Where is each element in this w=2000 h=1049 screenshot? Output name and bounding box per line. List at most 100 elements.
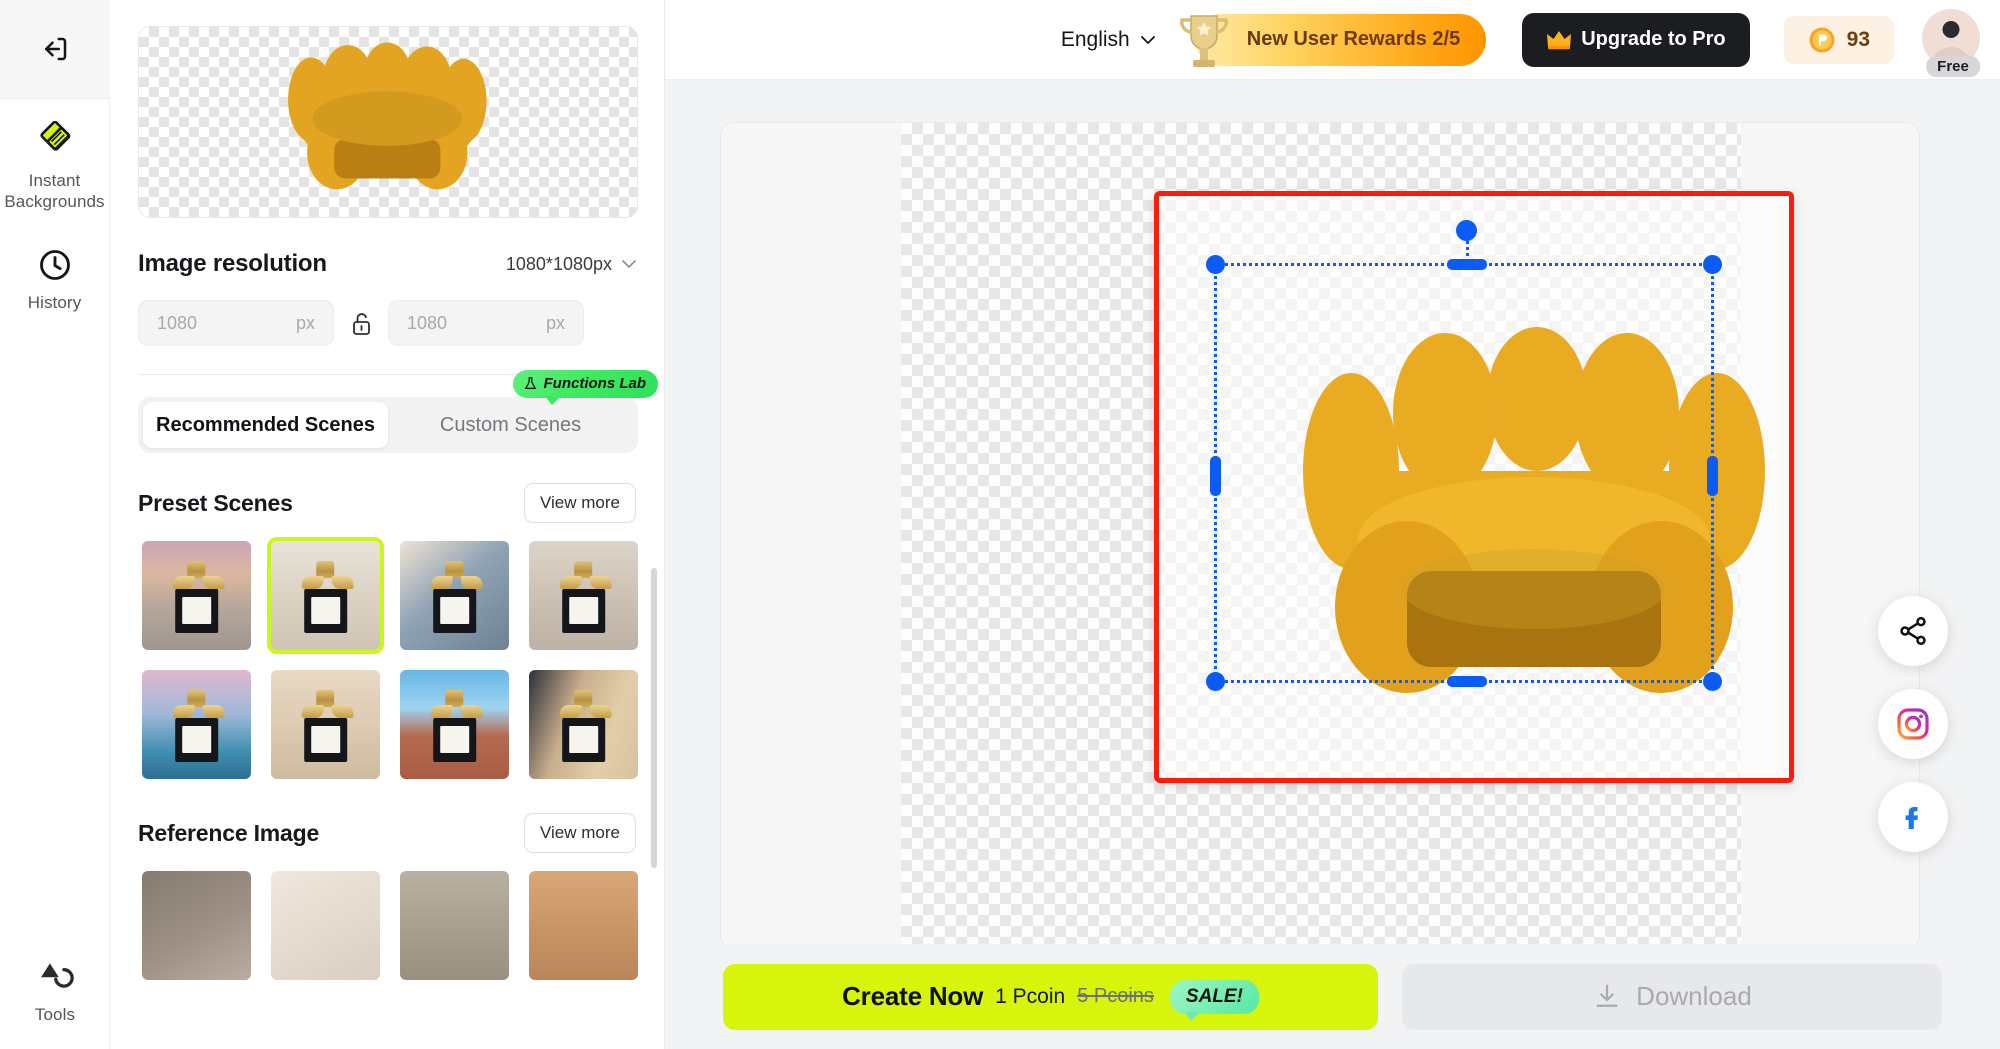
panel-scrollbar[interactable] (651, 568, 657, 868)
bottle-body (174, 588, 219, 633)
chevron-down-icon (622, 260, 636, 268)
language-label: English (1060, 27, 1130, 51)
collapse-panel-button[interactable] (0, 0, 110, 99)
bottle-body (432, 717, 477, 762)
perfume-bottle (429, 560, 483, 633)
flask-icon (524, 377, 536, 390)
facebook-button[interactable] (1878, 782, 1948, 852)
width-field[interactable]: px (138, 300, 334, 346)
preset-scene-mountain-road[interactable] (396, 666, 513, 783)
handle-right-center[interactable] (1707, 456, 1718, 496)
preset-scene-gallery-corner[interactable] (267, 537, 384, 654)
height-field[interactable]: px (388, 300, 584, 346)
handle-top-right[interactable] (1703, 255, 1722, 274)
left-icon-rail: Instant Backgrounds History Tools (0, 0, 110, 1049)
bottle-bow (171, 575, 225, 589)
selection-bounding-box[interactable] (1206, 220, 1722, 691)
sidebar-item-tools[interactable]: Tools (0, 957, 110, 1025)
functions-lab-label: Functions Lab (543, 375, 647, 392)
handle-top-left[interactable] (1206, 255, 1225, 274)
pcoin-value: 93 (1846, 27, 1870, 51)
width-input[interactable] (157, 312, 277, 334)
sidebar-item-history[interactable]: History (0, 225, 110, 325)
armchair-preview-thumbnail (288, 42, 487, 190)
thumbnail-image (529, 871, 638, 980)
reference-image-wooden-board-wall[interactable] (138, 867, 255, 984)
reference-image-sunlight-diagonal[interactable] (267, 867, 384, 984)
instagram-button[interactable] (1878, 689, 1948, 759)
scene-tabs-container: Functions Lab Recommended Scenes Custom … (138, 370, 658, 453)
tab-custom-scenes[interactable]: Custom Scenes (388, 402, 633, 448)
collapse-panel-icon (44, 37, 66, 61)
perfume-bottle (429, 689, 483, 762)
resolution-preset-dropdown[interactable]: 1080*1080px (506, 254, 636, 275)
top-bar: English New User Rewards 2/5 Upgrade to … (665, 0, 2000, 80)
sidebar-item-label: Instant Backgrounds (4, 170, 104, 213)
bottle-label (440, 725, 469, 754)
bottle-bow (429, 704, 483, 718)
bottle-label (182, 725, 211, 754)
reference-image-dried-flower[interactable] (525, 867, 642, 984)
bottle-body (561, 717, 606, 762)
preset-scene-classic-hall[interactable] (267, 666, 384, 783)
tab-recommended-scenes-label: Recommended Scenes (156, 413, 375, 436)
preset-scene-sunlit-wall[interactable] (396, 537, 513, 654)
unlock-icon (352, 312, 370, 335)
pcoin-icon (1809, 27, 1835, 52)
bottle-bow (300, 575, 354, 589)
handle-bottom-right[interactable] (1703, 672, 1722, 691)
canvas-card[interactable] (720, 122, 1920, 951)
handle-left-center[interactable] (1210, 456, 1221, 496)
user-avatar-button[interactable]: Free (1922, 8, 1984, 77)
bottle-label (311, 596, 340, 625)
pcoin-balance[interactable]: 93 (1783, 15, 1894, 64)
reference-image-view-more-button[interactable]: View more (524, 813, 636, 853)
preset-scene-concrete-pillar[interactable] (525, 537, 642, 654)
new-user-rewards-banner[interactable]: New User Rewards 2/5 (1179, 13, 1487, 67)
functions-lab-badge[interactable]: Functions Lab (512, 370, 658, 405)
preset-scenes-grid (138, 537, 638, 783)
sale-badge: SALE! (1169, 979, 1259, 1021)
dimension-inputs: px px (138, 300, 636, 346)
share-button[interactable] (1878, 596, 1948, 666)
source-image-preview[interactable] (138, 26, 638, 218)
perfume-bottle (300, 689, 354, 762)
crown-icon (1547, 30, 1572, 49)
bottle-bow (171, 704, 225, 718)
download-label: Download (1636, 981, 1752, 1011)
share-icon (1900, 616, 1926, 646)
app-root: Instant Backgrounds History Tools Image … (0, 0, 2000, 1049)
rotate-handle[interactable] (1456, 220, 1477, 241)
height-unit: px (545, 312, 565, 333)
aspect-ratio-lock-button[interactable] (349, 310, 373, 336)
reference-image-branch-blossom[interactable] (396, 867, 513, 984)
handle-bottom-center[interactable] (1447, 676, 1487, 687)
tab-recommended-scenes[interactable]: Recommended Scenes (143, 402, 388, 448)
upgrade-to-pro-button[interactable]: Upgrade to Pro (1522, 12, 1750, 67)
trophy-icon (1179, 14, 1228, 67)
scene-tabs: Recommended Scenes Custom Scenes (138, 397, 638, 453)
bottle-bow (429, 575, 483, 589)
perfume-bottle (171, 689, 225, 762)
handle-bottom-left[interactable] (1206, 672, 1225, 691)
bottle-label (440, 596, 469, 625)
download-button[interactable]: Download (1402, 963, 1942, 1030)
height-input[interactable] (407, 312, 527, 334)
preset-scene-highway-sunset[interactable] (138, 537, 255, 654)
sidebar-item-instant-backgrounds[interactable]: Instant Backgrounds (0, 99, 110, 225)
preset-scene-curtain-window[interactable] (525, 666, 642, 783)
preset-scenes-view-more-button[interactable]: View more (524, 483, 636, 523)
download-icon (1596, 984, 1618, 1007)
reference-image-title: Reference Image (138, 819, 320, 846)
clock-icon (39, 249, 70, 280)
preset-scene-lake-dusk[interactable] (138, 666, 255, 783)
rewards-label: New User Rewards 2/5 (1246, 28, 1461, 50)
create-now-button[interactable]: Create Now 1 Pcoin 5 Pcoins SALE! (723, 963, 1378, 1030)
bottle-body (174, 717, 219, 762)
language-selector[interactable]: English (1061, 28, 1155, 52)
preset-scenes-title: Preset Scenes (138, 489, 293, 516)
bottle-body (561, 588, 606, 633)
bottom-action-bar: Create Now 1 Pcoin 5 Pcoins SALE! Downlo… (665, 944, 2000, 1049)
transparent-checkerboard (901, 123, 1794, 951)
sidebar-item-label-tools: Tools (34, 1004, 76, 1024)
